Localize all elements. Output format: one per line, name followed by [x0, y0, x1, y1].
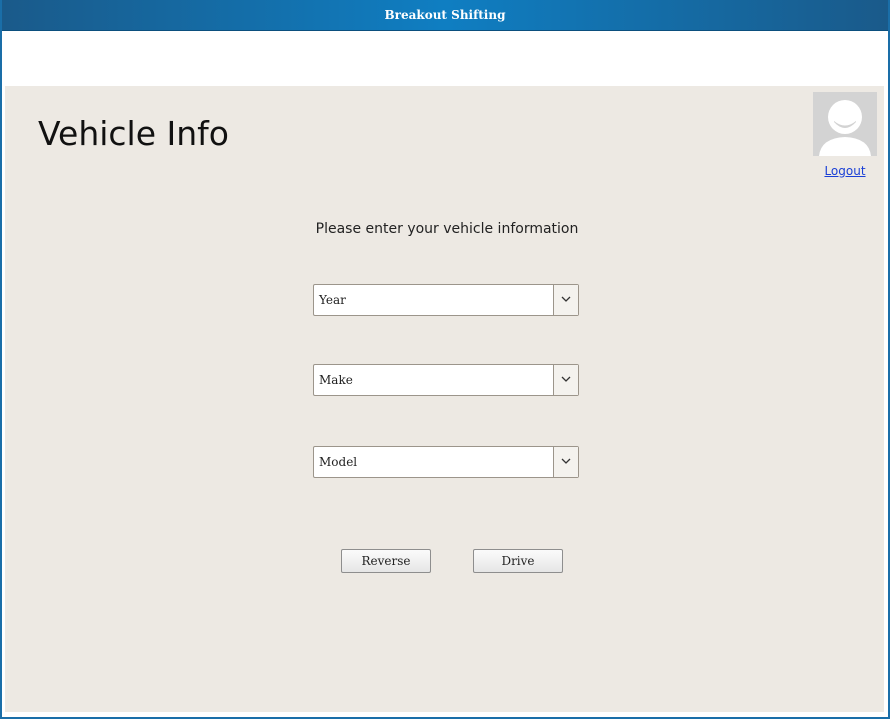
- make-dropdown-button[interactable]: [553, 365, 578, 395]
- reverse-button[interactable]: Reverse: [341, 549, 431, 573]
- year-dropdown-button[interactable]: [553, 285, 578, 315]
- window-titlebar: Breakout Shifting: [2, 0, 888, 31]
- year-select-value: Year: [319, 293, 346, 307]
- drive-button[interactable]: Drive: [473, 549, 563, 573]
- app-window: Breakout Shifting Vehicle Info Logout Pl…: [0, 0, 890, 719]
- model-select-value: Model: [319, 455, 358, 469]
- make-select-value: Make: [319, 373, 353, 387]
- chevron-down-icon: [561, 458, 571, 464]
- header-strip: [5, 31, 885, 85]
- chevron-down-icon: [561, 296, 571, 302]
- page-title: Vehicle Info: [38, 114, 229, 153]
- model-dropdown-button[interactable]: [553, 447, 578, 477]
- logout-link[interactable]: Logout: [813, 164, 877, 178]
- chevron-down-icon: [561, 376, 571, 382]
- model-select[interactable]: Model: [313, 446, 579, 478]
- make-select[interactable]: Make: [313, 364, 579, 396]
- form-prompt: Please enter your vehicle information: [315, 221, 579, 237]
- year-select[interactable]: Year: [313, 284, 579, 316]
- window-title: Breakout Shifting: [384, 8, 506, 22]
- user-avatar-icon: [813, 92, 877, 156]
- main-content: Vehicle Info Logout Please enter your ve…: [5, 86, 884, 712]
